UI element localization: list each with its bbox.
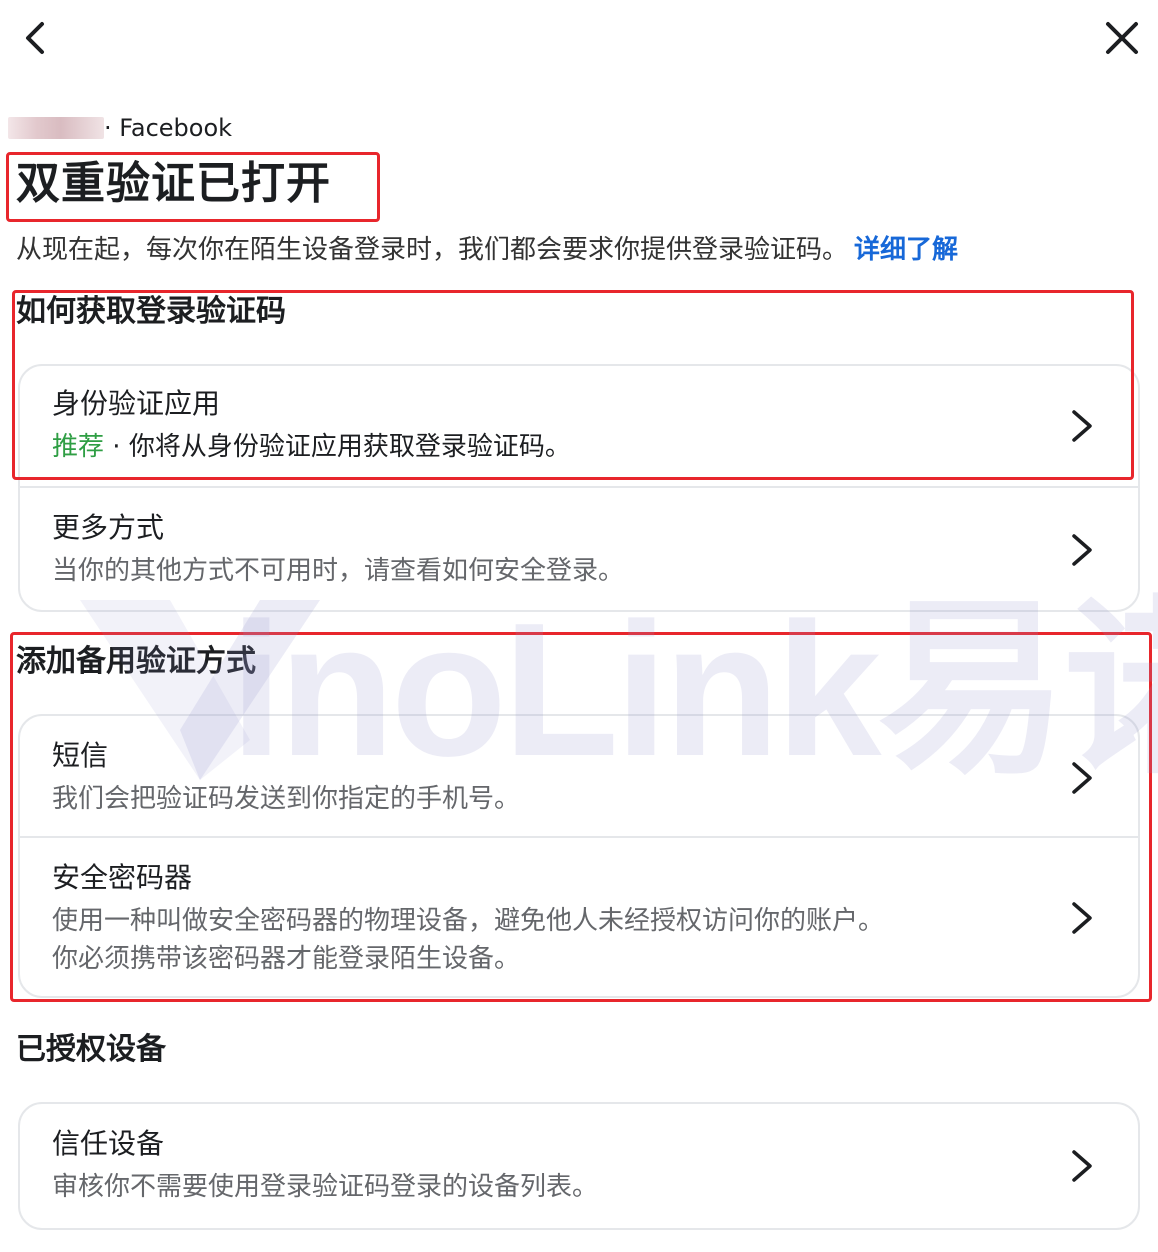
chevron-right-icon (1066, 406, 1098, 446)
backup-card: 短信 我们会把验证码发送到你指定的手机号。 安全密码器 使用一种叫做安全密码器的… (18, 714, 1140, 998)
page-description: 从现在起，每次你在陌生设备登录时，我们都会要求你提供登录验证码。 详细了解 (16, 230, 958, 270)
list-item-authenticator-app[interactable]: 身份验证应用 推荐 · 你将从身份验证应用获取登录验证码。 (20, 366, 1138, 488)
chevron-right-icon (1066, 758, 1098, 798)
trusted-devices-desc: 审核你不需要使用登录验证码登录的设备列表。 (52, 1172, 599, 1202)
authenticator-app-desc: 你将从身份验证应用获取登录验证码。 (128, 432, 571, 462)
back-button[interactable] (12, 14, 60, 62)
more-options-title: 更多方式 (52, 511, 165, 544)
trusted-devices-title: 信任设备 (52, 1127, 165, 1160)
breadcrumb-app-label: · Facebook (104, 114, 233, 142)
close-icon (1106, 22, 1138, 54)
authenticator-app-title: 身份验证应用 (52, 387, 221, 420)
list-item-more-options[interactable]: 更多方式 当你的其他方式不可用时，请查看如何安全登录。 (20, 488, 1138, 608)
list-item-security-key[interactable]: 安全密码器 使用一种叫做安全密码器的物理设备，避免他人未经授权访问你的账户。 你… (20, 838, 1138, 994)
authenticator-app-subtitle: 推荐 · 你将从身份验证应用获取登录验证码。 (52, 428, 571, 466)
back-arrow-icon (26, 22, 44, 54)
security-key-desc-line1: 使用一种叫做安全密码器的物理设备，避免他人未经授权访问你的账户。 (52, 906, 885, 936)
sms-title: 短信 (52, 739, 109, 772)
chevron-right-icon (1066, 898, 1098, 938)
more-options-desc: 当你的其他方式不可用时，请查看如何安全登录。 (52, 556, 625, 586)
authorized-card: 信任设备 审核你不需要使用登录验证码登录的设备列表。 (18, 1102, 1140, 1230)
chevron-right-icon (1066, 530, 1098, 570)
close-button[interactable] (1098, 14, 1146, 62)
subtitle-separator: · (104, 432, 129, 462)
recommended-badge: 推荐 (52, 432, 105, 462)
list-item-sms[interactable]: 短信 我们会把验证码发送到你指定的手机号。 (20, 716, 1138, 838)
account-name-blurred (8, 117, 104, 139)
chevron-right-icon (1066, 1146, 1098, 1186)
learn-more-link[interactable]: 详细了解 (854, 235, 958, 265)
description-text: 从现在起，每次你在陌生设备登录时，我们都会要求你提供登录验证码。 (16, 235, 849, 265)
breadcrumb: · Facebook (8, 112, 232, 144)
list-item-trusted-devices[interactable]: 信任设备 审核你不需要使用登录验证码登录的设备列表。 (20, 1104, 1138, 1228)
page-title: 双重验证已打开 (16, 158, 331, 209)
sms-desc: 我们会把验证码发送到你指定的手机号。 (52, 784, 521, 814)
section-title-backup: 添加备用验证方式 (16, 644, 256, 679)
security-key-title: 安全密码器 (52, 861, 193, 894)
section-title-get-code: 如何获取登录验证码 (16, 294, 286, 329)
get-code-card: 身份验证应用 推荐 · 你将从身份验证应用获取登录验证码。 更多方式 当你的其他… (18, 364, 1140, 612)
security-key-desc-line2: 你必须携带该密码器才能登录陌生设备。 (52, 944, 521, 974)
section-title-authorized: 已授权设备 (16, 1032, 166, 1067)
